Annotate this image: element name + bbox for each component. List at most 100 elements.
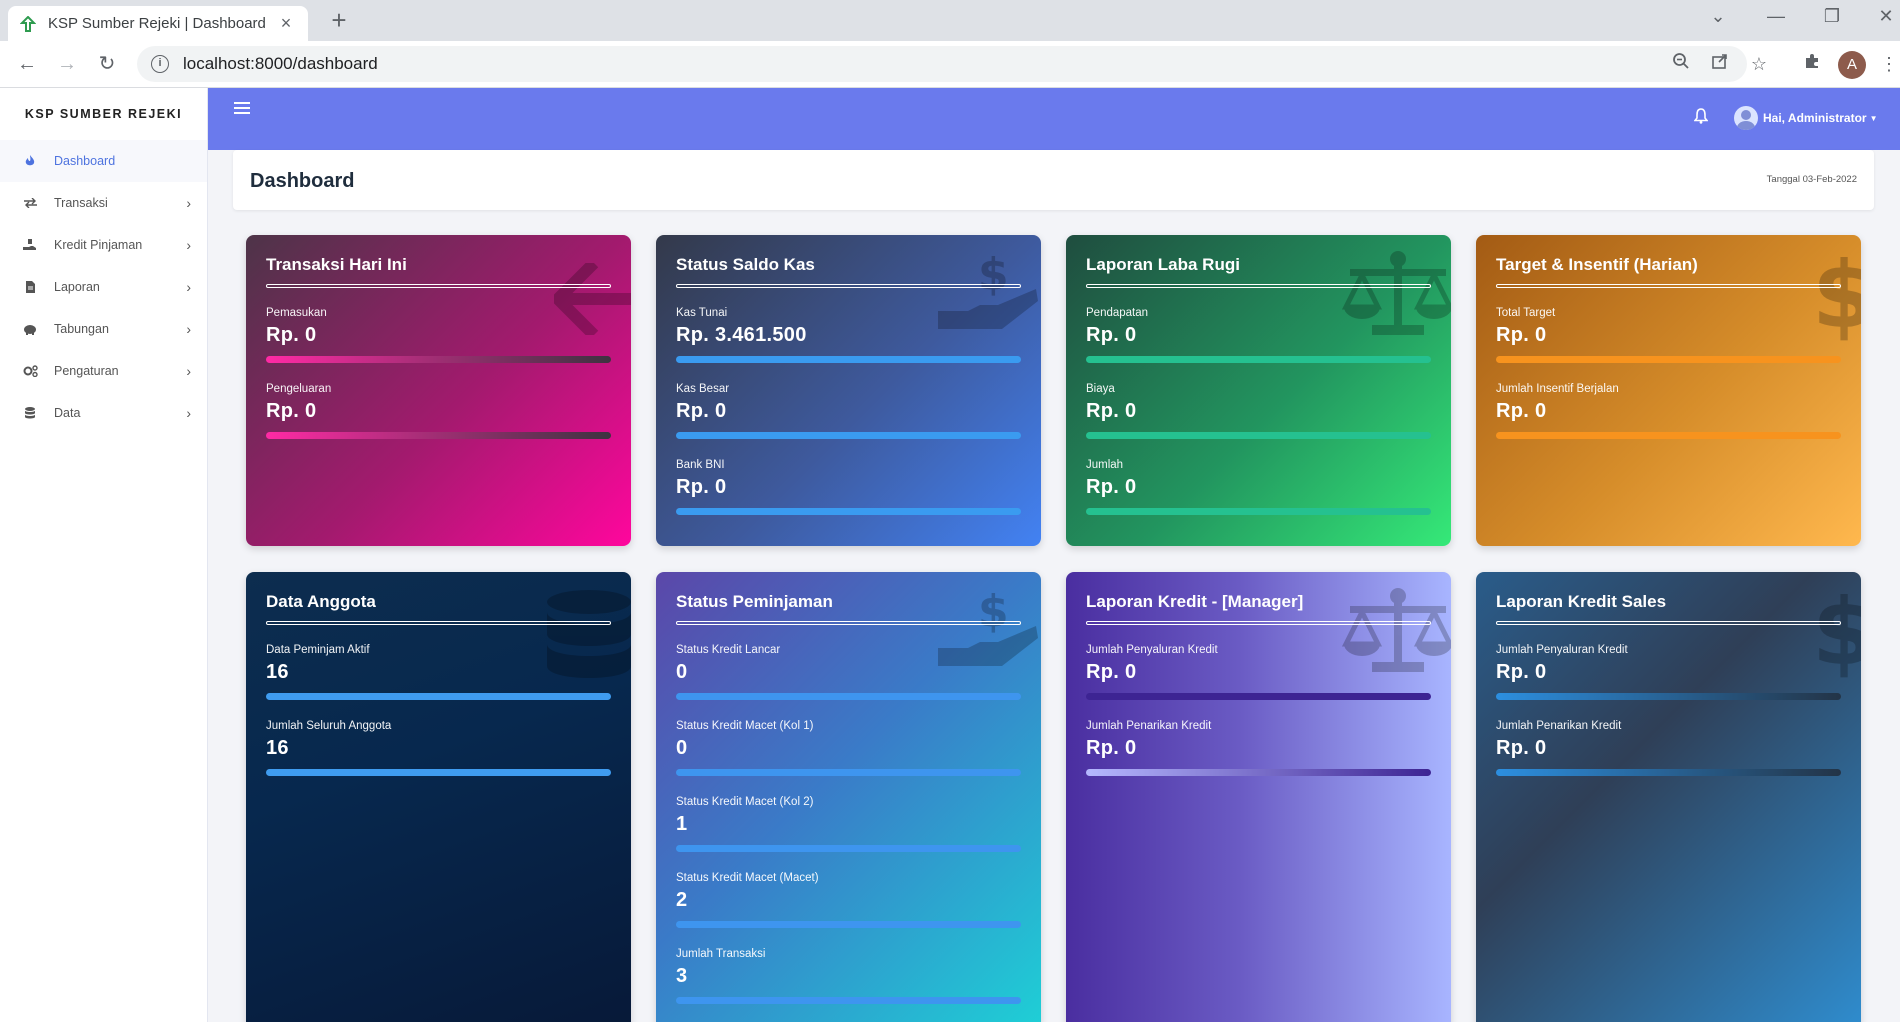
card-laporan-laba-rugi: Laporan Laba Rugi Pendapatan Rp. 0 Biaya… — [1066, 235, 1451, 546]
stat-progress-bar — [676, 432, 1021, 439]
stat-label: Biaya — [1086, 383, 1115, 395]
chevron-right-icon: › — [186, 405, 191, 421]
stat-label: Jumlah Penyaluran Kredit — [1086, 644, 1218, 656]
stat-biaya: Biaya Rp. 0 — [1086, 383, 1431, 459]
card-divider — [266, 621, 611, 625]
stat-value: Rp. 0 — [266, 400, 317, 422]
stat-label: Jumlah Transaksi — [676, 948, 766, 960]
browser-menu-icon[interactable]: ⋮ — [1880, 50, 1898, 78]
sidebar-item-tabungan[interactable]: Tabungan › — [0, 308, 207, 350]
sidebar-item-label: Laporan — [54, 280, 100, 294]
card-title: Status Peminjaman — [676, 592, 833, 611]
stat-progress-bar — [676, 356, 1021, 363]
stat-label: Data Peminjam Aktif — [266, 644, 370, 656]
new-tab-button[interactable]: + — [324, 6, 354, 36]
piggy-bank-icon — [22, 321, 38, 337]
bell-icon[interactable] — [1693, 108, 1709, 129]
file-icon — [22, 279, 38, 295]
brand-logo-text[interactable]: KSP SUMBER REJEKI — [0, 88, 207, 140]
stat-label: Kas Tunai — [676, 307, 728, 319]
stat-label: Pendapatan — [1086, 307, 1149, 319]
caret-down-icon: ▼ — [1869, 113, 1878, 123]
stat-label: Total Target — [1496, 307, 1556, 319]
bookmark-star-icon[interactable]: ☆ — [1745, 50, 1773, 78]
stat-label: Pemasukan — [266, 307, 327, 319]
stat-progress-bar — [1496, 769, 1841, 776]
site-info-icon[interactable]: i — [151, 55, 169, 73]
stat-pengeluaran: Pengeluaran Rp. 0 — [266, 383, 611, 459]
stat-value: 1 — [676, 813, 688, 835]
sidebar-item-laporan[interactable]: Laporan › — [0, 266, 207, 308]
sidebar-item-kredit-pinjaman[interactable]: Kredit Pinjaman › — [0, 224, 207, 266]
stat-value: Rp. 0 — [1086, 476, 1137, 498]
card-status-saldo-kas: $ Status Saldo Kas Kas Tunai Rp. 3.461.5… — [656, 235, 1041, 546]
sidebar-item-transaksi[interactable]: Transaksi › — [0, 182, 207, 224]
chevron-right-icon: › — [186, 195, 191, 211]
stat-kredit-macet: Status Kredit Macet (Macet) 2 — [676, 872, 1021, 948]
stat-value: Rp. 0 — [1496, 737, 1547, 759]
menu-toggle-icon[interactable] — [234, 102, 250, 117]
sidebar-item-label: Pengaturan — [54, 364, 119, 378]
card-divider — [1086, 284, 1431, 288]
extensions-icon[interactable] — [1798, 50, 1826, 78]
tab-search-icon[interactable]: ⌄ — [1698, 6, 1738, 27]
stat-progress-bar — [676, 921, 1021, 928]
stat-value: Rp. 3.461.500 — [676, 324, 807, 346]
stat-kas-tunai: Kas Tunai Rp. 3.461.500 — [676, 307, 1021, 383]
reload-icon[interactable]: ↻ — [92, 50, 122, 80]
forward-icon[interactable]: → — [52, 50, 82, 80]
card-title: Data Anggota — [266, 592, 376, 611]
stat-progress-bar — [676, 997, 1021, 1004]
url-field[interactable]: i localhost:8000/dashboard — [137, 46, 1747, 82]
stat-kredit-kol2: Status Kredit Macet (Kol 2) 1 — [676, 796, 1021, 872]
card-title: Laporan Kredit - [Manager] — [1086, 592, 1304, 611]
sidebar-item-label: Transaksi — [54, 196, 108, 210]
sidebar-item-pengaturan[interactable]: Pengaturan › — [0, 350, 207, 392]
tab-close-icon[interactable]: × — [276, 13, 296, 34]
card-divider — [676, 284, 1021, 288]
stat-pendapatan: Pendapatan Rp. 0 — [1086, 307, 1431, 383]
stat-value: Rp. 0 — [1086, 661, 1137, 683]
stat-value: Rp. 0 — [1086, 737, 1137, 759]
card-laporan-kredit-manager: Laporan Kredit - [Manager] Jumlah Penyal… — [1066, 572, 1451, 1022]
card-status-peminjaman: $ Status Peminjaman Status Kredit Lancar… — [656, 572, 1041, 1022]
stat-label: Jumlah Penarikan Kredit — [1496, 720, 1622, 732]
card-divider — [1086, 621, 1431, 625]
stat-value: Rp. 0 — [1086, 400, 1137, 422]
stat-label: Kas Besar — [676, 383, 730, 395]
stat-progress-bar — [266, 356, 611, 363]
page-date: Tanggal 03-Feb-2022 — [1766, 174, 1857, 185]
browser-tab[interactable]: KSP Sumber Rejeki | Dashboard × — [8, 6, 308, 41]
user-menu[interactable]: Hai, Administrator ▼ — [1734, 106, 1878, 130]
stat-progress-bar — [1086, 508, 1431, 515]
stat-total-target: Total Target Rp. 0 — [1496, 307, 1841, 383]
close-window-icon[interactable]: ✕ — [1866, 6, 1900, 27]
sidebar-item-label: Dashboard — [54, 154, 116, 168]
back-icon[interactable]: ← — [12, 50, 42, 80]
card-transaksi-hari-ini: Transaksi Hari Ini Pemasukan Rp. 0 Penge… — [246, 235, 631, 546]
zoom-icon[interactable] — [1667, 50, 1695, 78]
stat-value: 0 — [676, 737, 688, 759]
fire-icon — [22, 153, 38, 169]
sidebar-item-data[interactable]: Data › — [0, 392, 207, 434]
stat-progress-bar — [676, 693, 1021, 700]
sidebar-item-dashboard[interactable]: Dashboard — [0, 140, 207, 182]
restore-icon[interactable]: ❐ — [1812, 6, 1852, 27]
stat-penyaluran-kredit: Jumlah Penyaluran Kredit Rp. 0 — [1086, 644, 1431, 720]
stat-progress-bar — [266, 693, 611, 700]
card-title: Status Saldo Kas — [676, 255, 815, 274]
share-icon[interactable] — [1706, 50, 1734, 78]
stat-kredit-kol1: Status Kredit Macet (Kol 1) 0 — [676, 720, 1021, 796]
top-navbar: Hai, Administrator ▼ — [208, 88, 1900, 150]
minimize-icon[interactable]: — — [1756, 6, 1796, 27]
stat-progress-bar — [266, 769, 611, 776]
card-divider — [1496, 284, 1841, 288]
page-header: Dashboard Tanggal 03-Feb-2022 — [233, 150, 1874, 210]
user-avatar-icon — [1734, 106, 1758, 130]
profile-avatar[interactable]: A — [1838, 51, 1866, 79]
exchange-icon — [22, 195, 38, 211]
sidebar-item-label: Data — [54, 406, 81, 420]
stat-value: Rp. 0 — [1496, 324, 1547, 346]
stat-progress-bar — [676, 769, 1021, 776]
stat-label: Jumlah Penarikan Kredit — [1086, 720, 1212, 732]
